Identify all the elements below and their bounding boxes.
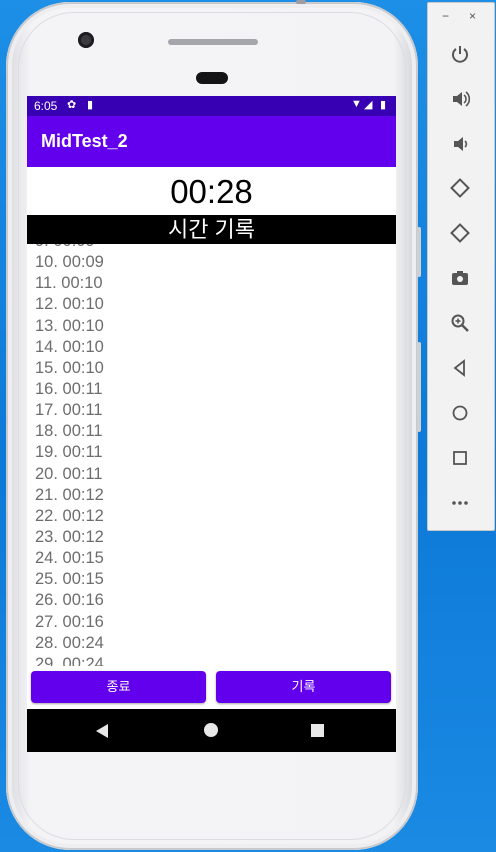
nav-back-icon[interactable]: [96, 724, 108, 738]
record-list-item: 24. 00:15: [35, 549, 104, 568]
home-icon[interactable]: [445, 398, 475, 428]
more-icon[interactable]: [445, 488, 475, 518]
record-list-item: 21. 00:12: [35, 485, 104, 504]
phone-side-button: [417, 227, 421, 277]
record-list-item: 14. 00:10: [35, 337, 104, 356]
rotate-right-icon[interactable]: [445, 218, 475, 248]
record-list-item: 28. 00:24: [35, 633, 104, 652]
record-list-item: 27. 00:16: [35, 612, 104, 631]
proximity-sensor: [196, 72, 228, 84]
wifi-icon: ▼: [351, 98, 362, 110]
device-screen: 6:05 ✿ ▮ ▼ ◢ ▮ MidTest_2 00:28 시간 기록 9. …: [27, 96, 396, 752]
phone-volume-button: [417, 342, 421, 432]
earpiece-speaker: [168, 39, 258, 45]
record-list-item: 22. 00:12: [35, 506, 104, 525]
app-title: MidTest_2: [41, 131, 128, 151]
record-list-items: 9. 00:0910. 00:09 11. 00:10 12. 00:10 13. 0…: [35, 244, 104, 666]
stop-button[interactable]: 종료: [31, 671, 206, 703]
record-list-item: 18. 00:11: [35, 422, 103, 441]
close-button[interactable]: ×: [469, 9, 476, 23]
status-time: 6:05: [34, 99, 58, 113]
sd-card-icon: ▮: [87, 99, 94, 111]
overview-icon[interactable]: [445, 443, 475, 473]
record-list-item: 12. 00:10: [35, 295, 104, 314]
record-list-item: 26. 00:16: [35, 591, 104, 610]
record-list-item: 11. 00:10: [35, 274, 103, 293]
record-list-item: 25. 00:15: [35, 570, 104, 589]
minimize-button[interactable]: −: [442, 9, 449, 23]
front-camera-icon: [78, 32, 94, 48]
signal-icon: ◢: [364, 99, 373, 111]
volume-down-icon[interactable]: [445, 129, 475, 159]
record-header: 시간 기록: [27, 215, 396, 244]
battery-icon: ▮: [380, 99, 387, 111]
record-list-item: 9. 00:09: [35, 244, 104, 252]
android-nav-bar: [27, 709, 396, 752]
back-icon[interactable]: [445, 353, 475, 383]
record-list-item: 19. 00:11: [35, 443, 103, 462]
record-list-item: 16. 00:11: [35, 379, 103, 398]
settings-icon: ✿: [67, 99, 77, 111]
status-bar: 6:05 ✿ ▮ ▼ ◢ ▮: [27, 96, 396, 116]
phone-top-button: [296, 0, 306, 4]
record-list-item: 29. 00:24: [35, 654, 104, 666]
record-list-item: 13. 00:10: [35, 316, 104, 335]
emulator-toolbar: − ×: [427, 2, 495, 531]
volume-up-icon[interactable]: [445, 84, 475, 114]
power-icon[interactable]: [445, 39, 475, 69]
rotate-left-icon[interactable]: [445, 173, 475, 203]
record-list-item: 15. 00:10: [35, 358, 104, 377]
nav-home-icon[interactable]: [204, 723, 218, 737]
record-button[interactable]: 기록: [216, 671, 391, 703]
nav-recents-icon[interactable]: [311, 724, 324, 737]
record-list-item: 17. 00:11: [35, 401, 103, 420]
camera-icon[interactable]: [445, 263, 475, 293]
record-list[interactable]: 9. 00:0910. 00:09 11. 00:10 12. 00:10 13. 0…: [27, 244, 396, 666]
timer-display: 00:28: [170, 173, 253, 210]
record-list-item: 10. 00:09: [35, 253, 104, 272]
record-list-item: 23. 00:12: [35, 527, 104, 546]
record-list-item: 20. 00:11: [35, 464, 103, 483]
app-bar: MidTest_2: [27, 116, 396, 167]
zoom-icon[interactable]: [445, 308, 475, 338]
